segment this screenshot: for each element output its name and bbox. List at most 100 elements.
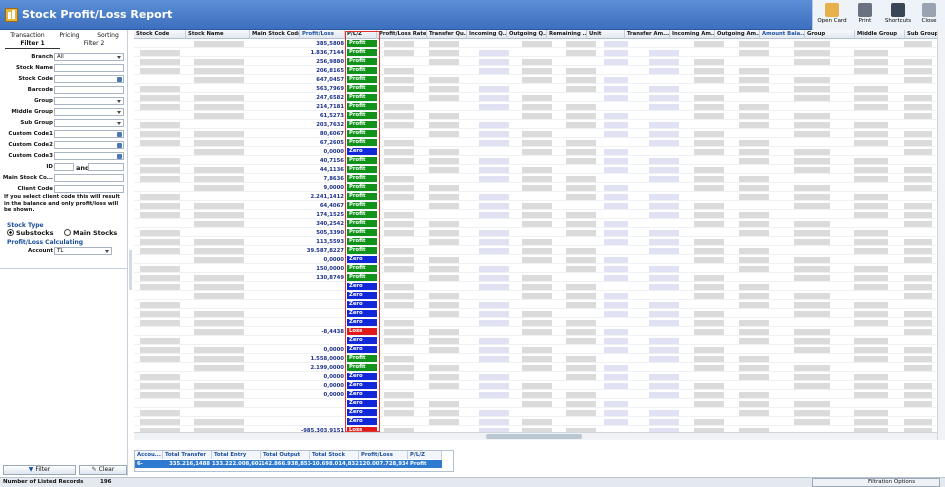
- table-row[interactable]: Zero: [134, 292, 937, 300]
- column-header[interactable]: Incoming Am...: [670, 30, 715, 39]
- table-row[interactable]: 113,5593 Profit: [134, 238, 937, 246]
- column-header[interactable]: Sub Group: [905, 30, 937, 39]
- tab-filter-1[interactable]: Filter 1: [5, 40, 60, 49]
- table-row[interactable]: 61,5273 Profit: [134, 112, 937, 120]
- column-header[interactable]: Outgoing Am...: [715, 30, 760, 39]
- clear-button[interactable]: ✎ Clear: [79, 465, 127, 475]
- column-header[interactable]: Unit: [587, 30, 625, 39]
- summary-value: 133.222.008,6027: [212, 460, 266, 468]
- table-row[interactable]: Zero: [134, 418, 937, 426]
- column-header[interactable]: Transfer Qu...: [427, 30, 467, 39]
- table-row[interactable]: 505,3390 Profit: [134, 229, 937, 237]
- table-row[interactable]: Zero: [134, 310, 937, 318]
- table-row[interactable]: 563,7969 Profit: [134, 85, 937, 93]
- table-row[interactable]: Zero: [134, 337, 937, 345]
- redacted-cell: [522, 257, 552, 263]
- custom-code1-input[interactable]: [54, 130, 124, 138]
- table-row[interactable]: 0,0000 Zero: [134, 346, 937, 354]
- table-row[interactable]: 9,0000 Profit: [134, 184, 937, 192]
- stock-code-input[interactable]: [54, 75, 124, 83]
- table-row[interactable]: 203,7632 Profit: [134, 121, 937, 129]
- table-row[interactable]: 64,4067 Profit: [134, 202, 937, 210]
- id-to-input[interactable]: [88, 163, 124, 171]
- profit-loss-cell: 385,5808: [316, 41, 344, 47]
- table-row[interactable]: 150,0000 Profit: [134, 265, 937, 273]
- barcode-input[interactable]: [54, 86, 124, 94]
- summary-header: P/L/Z: [408, 451, 442, 459]
- table-row[interactable]: 7,8636 Profit: [134, 175, 937, 183]
- table-row[interactable]: -8,4438 Loss: [134, 328, 937, 336]
- column-header[interactable]: Transfer Am...: [625, 30, 670, 39]
- branch-select[interactable]: All: [54, 53, 124, 61]
- redacted-cell: [384, 77, 414, 83]
- column-header[interactable]: Outgoing Q...: [507, 30, 547, 39]
- main-stock-code-input[interactable]: [54, 174, 124, 182]
- table-row[interactable]: 40,7156 Profit: [134, 157, 937, 165]
- sub-group-select[interactable]: [54, 119, 124, 127]
- table-row[interactable]: 0,0000 Zero: [134, 256, 937, 264]
- substocks-radio[interactable]: [7, 229, 14, 236]
- table-row[interactable]: 174,1525 Profit: [134, 211, 937, 219]
- horizontal-scrollbar[interactable]: [134, 432, 937, 440]
- table-row[interactable]: 647,0457 Profit: [134, 76, 937, 84]
- redacted-cell: [794, 131, 830, 137]
- table-row[interactable]: 256,9880 Profit: [134, 58, 937, 66]
- column-header[interactable]: Incoming Q...: [467, 30, 507, 39]
- table-row[interactable]: Zero: [134, 400, 937, 408]
- table-row[interactable]: 39.587,8227 Profit: [134, 247, 937, 255]
- vertical-scrollbar[interactable]: [937, 30, 945, 440]
- open-card-button[interactable]: Open Card: [816, 1, 848, 29]
- table-row[interactable]: 0,0000 Zero: [134, 373, 937, 381]
- redacted-cell: [384, 113, 414, 119]
- table-row[interactable]: 385,5808 Profit: [134, 40, 937, 48]
- print-button[interactable]: Print: [849, 1, 881, 29]
- column-header[interactable]: Profit/Loss Rate: [377, 30, 427, 39]
- filter-button[interactable]: ▼ Filter: [3, 465, 76, 475]
- column-header[interactable]: Amount Bala...: [760, 30, 805, 39]
- table-row[interactable]: Zero: [134, 409, 937, 417]
- column-header[interactable]: Stock Code: [134, 30, 186, 39]
- table-row[interactable]: 0,0000 Zero: [134, 382, 937, 390]
- middle-group-select[interactable]: [54, 108, 124, 116]
- table-row[interactable]: 2.199,0000 Profit: [134, 364, 937, 372]
- filtration-options-select[interactable]: Filtration Options: [812, 478, 940, 487]
- shortcuts-button[interactable]: Shortcuts: [882, 1, 914, 29]
- close-button[interactable]: Close: [913, 1, 945, 29]
- table-row[interactable]: Zero: [134, 283, 937, 291]
- custom-code2-input[interactable]: [54, 141, 124, 149]
- table-row[interactable]: Zero: [134, 319, 937, 327]
- column-header[interactable]: Main Stock Code: [250, 30, 300, 39]
- account-select[interactable]: TL: [54, 247, 112, 255]
- redacted-cell: [604, 374, 628, 380]
- table-row[interactable]: 44,1136 Profit: [134, 166, 937, 174]
- custom-code3-input[interactable]: [54, 152, 124, 160]
- stock-name-input[interactable]: [54, 64, 124, 72]
- table-row[interactable]: 0,0000 Zero: [134, 148, 937, 156]
- table-row[interactable]: 206,8165 Profit: [134, 67, 937, 75]
- main-stocks-radio[interactable]: [64, 229, 71, 236]
- splitter-handle[interactable]: [129, 250, 132, 290]
- table-row[interactable]: 130,8749 Profit: [134, 274, 937, 282]
- scroll-thumb[interactable]: [486, 434, 582, 439]
- column-header[interactable]: Remaining ...: [547, 30, 587, 39]
- client-code-input[interactable]: [54, 185, 124, 193]
- table-row[interactable]: 2.241,1412 Profit: [134, 193, 937, 201]
- column-header[interactable]: P/L/Z: [345, 30, 377, 39]
- table-row[interactable]: 1.558,0000 Profit: [134, 355, 937, 363]
- table-row[interactable]: 1.836,7144 Profit: [134, 49, 937, 57]
- column-header[interactable]: Middle Group: [855, 30, 905, 39]
- table-row[interactable]: 67,2605 Profit: [134, 139, 937, 147]
- table-row[interactable]: 0,0000 Zero: [134, 391, 937, 399]
- redacted-cell: [794, 410, 830, 416]
- table-row[interactable]: Zero: [134, 301, 937, 309]
- table-row[interactable]: 340,2542 Profit: [134, 220, 937, 228]
- column-header[interactable]: Group: [805, 30, 855, 39]
- tab-filter-2[interactable]: Filter 2: [64, 40, 124, 49]
- table-row[interactable]: 214,7181 Profit: [134, 103, 937, 111]
- id-from-input[interactable]: [54, 163, 74, 171]
- table-row[interactable]: 80,6067 Profit: [134, 130, 937, 138]
- table-row[interactable]: 247,6582 Profit: [134, 94, 937, 102]
- group-select[interactable]: [54, 97, 124, 105]
- column-header[interactable]: Profit/Loss: [300, 30, 345, 39]
- column-header[interactable]: Stock Name: [186, 30, 250, 39]
